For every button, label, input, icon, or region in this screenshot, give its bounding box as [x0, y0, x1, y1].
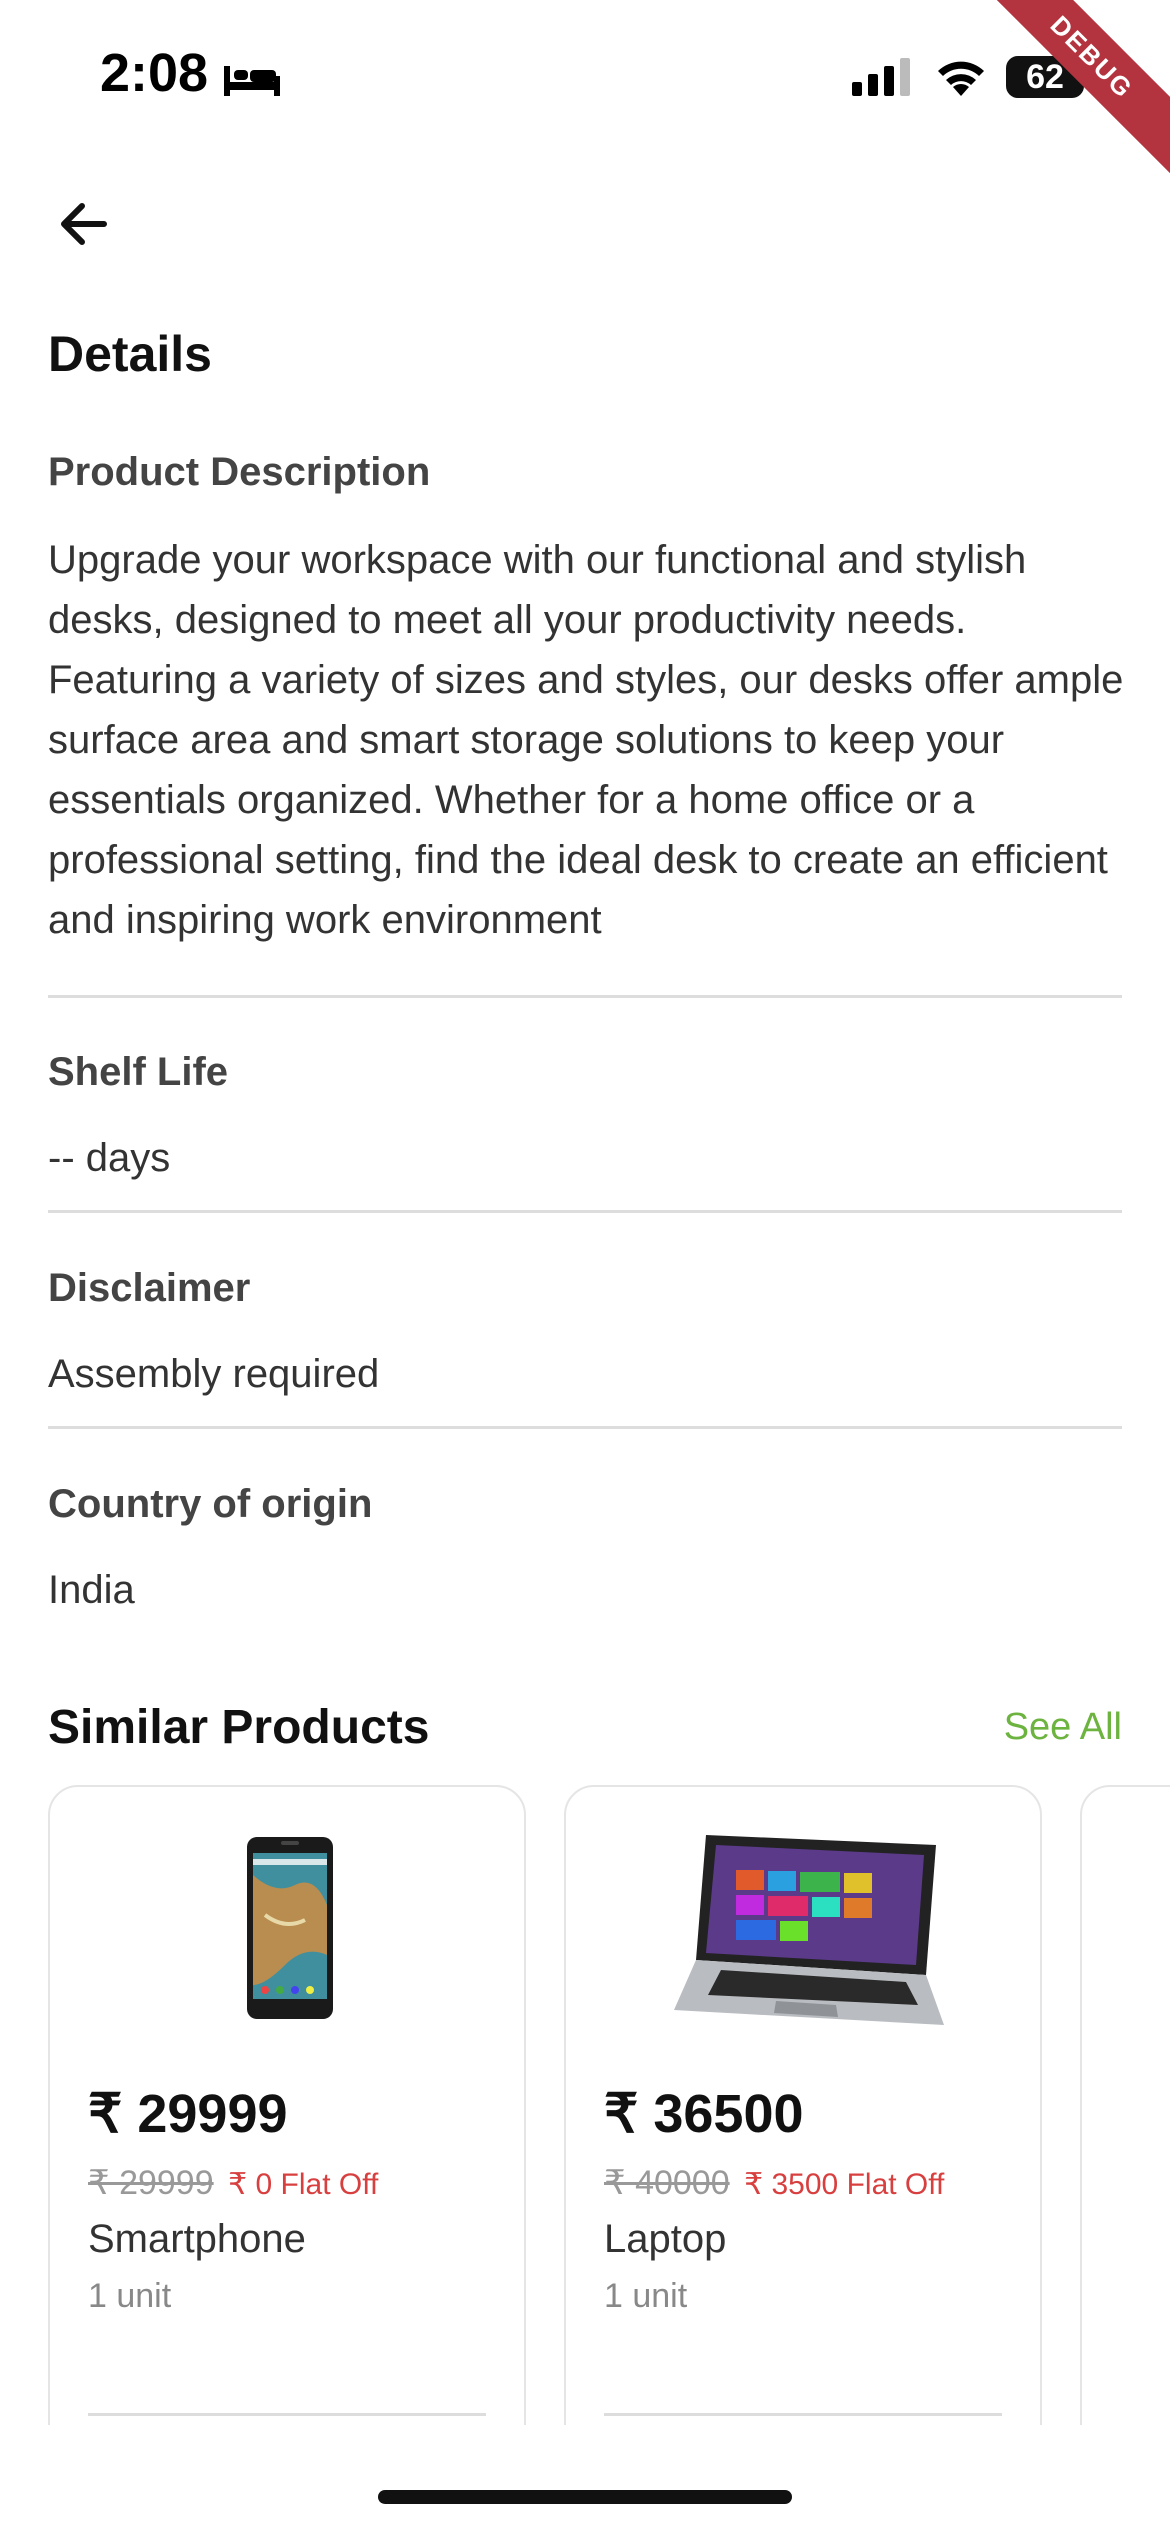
home-indicator[interactable]	[378, 2490, 792, 2504]
origin-value: India	[48, 1568, 135, 1612]
price-details: ₹ 29999 ₹ 0 Flat Off	[88, 2163, 378, 2203]
disclaimer-value: Assembly required	[48, 1352, 380, 1396]
product-unit: 1 unit	[88, 2277, 172, 2315]
shelf-life-value: -- days	[48, 1136, 171, 1180]
discount-label: ₹ 0 Flat Off	[228, 2168, 379, 2201]
original-price: ₹ 40000	[604, 2164, 730, 2202]
description-heading: Product Description	[48, 450, 431, 494]
wifi-icon	[938, 61, 984, 96]
page-title: Details	[48, 326, 212, 382]
price-details: ₹ 40000 ₹ 3500 Flat Off	[604, 2163, 944, 2203]
status-bar: 2:08 62	[0, 0, 1170, 150]
description-text: Upgrade your workspace with our function…	[48, 538, 1124, 942]
smartphone-image	[247, 1837, 333, 2019]
similar-products-title: Similar Products	[48, 1701, 430, 1754]
divider	[48, 995, 1122, 998]
bed-icon	[224, 66, 280, 96]
laptop-image	[674, 1835, 944, 2025]
product-name: Laptop	[604, 2217, 727, 2261]
product-card-laptop[interactable]: ₹ 36500 ₹ 40000 ₹ 3500 Flat Off Laptop 1…	[564, 1785, 1042, 2425]
back-arrow-icon[interactable]	[52, 192, 116, 256]
card-divider	[604, 2413, 1002, 2416]
product-name: Smartphone	[88, 2217, 306, 2261]
product-price: ₹ 29999	[88, 2084, 288, 2144]
product-card-smartphone[interactable]: ₹ 29999 ₹ 29999 ₹ 0 Flat Off Smartphone …	[48, 1785, 526, 2425]
product-card-partial[interactable]	[1080, 1785, 1170, 2425]
disclaimer-heading: Disclaimer	[48, 1266, 251, 1310]
product-price: ₹ 36500	[604, 2084, 804, 2144]
status-time: 2:08	[100, 43, 209, 103]
see-all-link[interactable]: See All	[1004, 1706, 1122, 1749]
product-unit: 1 unit	[604, 2277, 688, 2315]
divider	[48, 1426, 1122, 1429]
divider	[48, 1210, 1122, 1213]
similar-products-carousel[interactable]: ₹ 29999 ₹ 29999 ₹ 0 Flat Off Smartphone …	[0, 1785, 1170, 2425]
shelf-life-heading: Shelf Life	[48, 1050, 229, 1094]
discount-label: ₹ 3500 Flat Off	[744, 2168, 945, 2201]
signal-icon	[852, 58, 910, 96]
original-price: ₹ 29999	[88, 2164, 214, 2202]
origin-heading: Country of origin	[48, 1482, 373, 1526]
card-divider	[88, 2413, 486, 2416]
